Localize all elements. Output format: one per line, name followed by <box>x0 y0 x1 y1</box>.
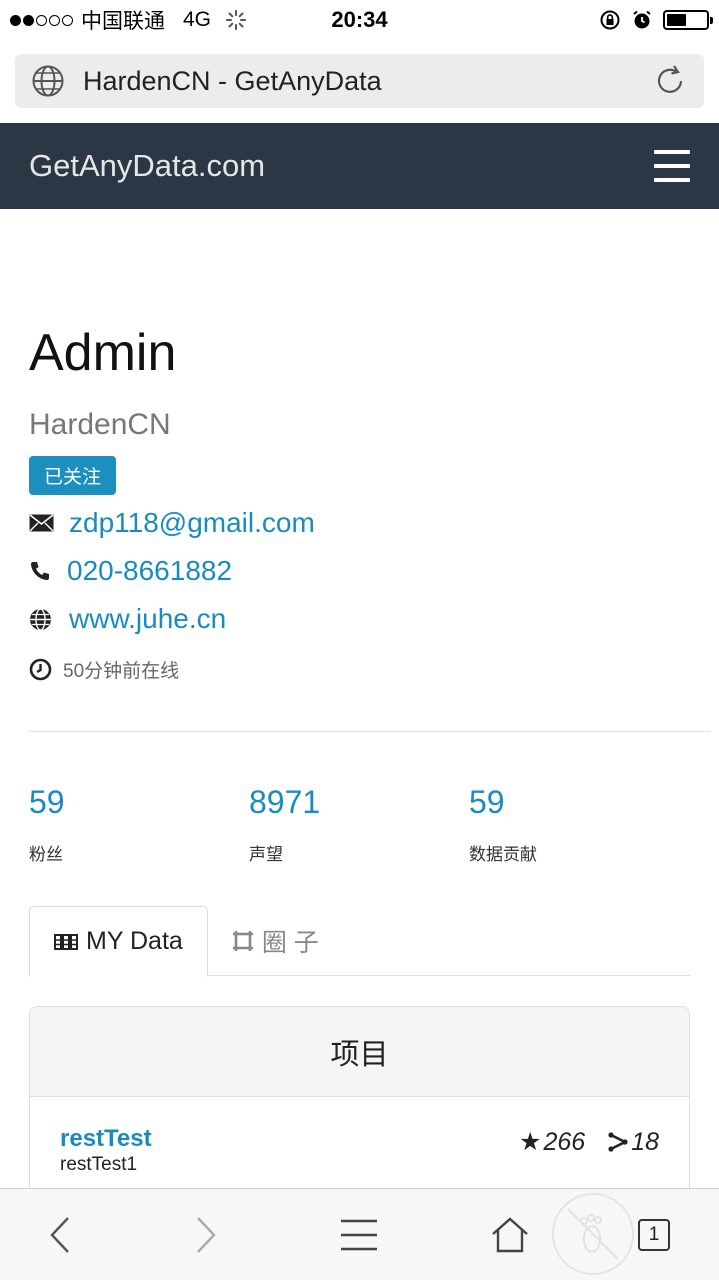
home-button[interactable] <box>480 1189 540 1280</box>
phone-icon <box>29 560 55 582</box>
profile-role-title: Admin <box>29 324 177 382</box>
crop-icon <box>232 930 254 952</box>
loading-spinner-icon <box>226 10 247 30</box>
stat-label: 数据贡献 <box>469 845 537 864</box>
alarm-icon <box>633 10 651 29</box>
website-row: www.juhe.cn <box>29 599 689 639</box>
project-row: restTest restTest1 ★ 266 18 <box>30 1097 689 1176</box>
email-link[interactable]: zdp118@gmail.com <box>69 507 315 539</box>
network-type: 4G <box>183 8 212 31</box>
star-icon: ★ <box>519 1128 542 1156</box>
footprint-watermark-icon <box>552 1193 634 1275</box>
chevron-right-icon <box>197 1217 216 1253</box>
phone-row: 020-8661882 <box>29 551 689 591</box>
fork-icon <box>608 1132 629 1152</box>
home-icon <box>492 1217 528 1253</box>
site-navbar: GetAnyData.com <box>0 123 719 209</box>
stat-label: 声望 <box>249 845 283 864</box>
stat-value: 59 <box>469 784 505 820</box>
website-link[interactable]: www.juhe.cn <box>69 603 226 635</box>
back-button[interactable] <box>30 1189 90 1280</box>
project-meta: ★ 266 18 <box>519 1127 659 1157</box>
project-name-link[interactable]: restTest <box>60 1125 152 1153</box>
status-bar: 中国联通 4G 20:34 <box>0 0 719 40</box>
address-bar[interactable]: HardenCN - GetAnyData <box>15 54 704 108</box>
projects-panel-header: 项目 <box>30 1007 689 1097</box>
menu-button[interactable] <box>328 1189 390 1280</box>
follow-status-badge[interactable]: 已关注 <box>29 456 117 495</box>
profile-username: HardenCN <box>29 408 171 441</box>
stat-label: 粉丝 <box>29 845 63 864</box>
content-tabs: MY Data 圈 子 <box>29 906 691 977</box>
carrier-name: 中国联通 <box>81 10 165 33</box>
phone-link[interactable]: 020-8661882 <box>67 555 232 587</box>
signal-strength-icon <box>10 14 73 26</box>
tab-my-data[interactable]: MY Data <box>29 906 208 977</box>
site-brand-link[interactable]: GetAnyData.com <box>29 148 265 184</box>
project-stars: ★ 266 <box>519 1127 585 1157</box>
battery-icon <box>663 10 713 30</box>
tab-label: 圈 子 <box>261 929 319 957</box>
stat-reputation[interactable]: 8971 声望 <box>249 780 469 865</box>
clock-icon <box>29 658 55 681</box>
stat-followers[interactable]: 59 粉丝 <box>29 780 249 865</box>
star-count: 266 <box>543 1127 586 1156</box>
project-description: restTest1 <box>60 1154 138 1175</box>
project-forks: 18 <box>607 1128 659 1157</box>
stat-value: 59 <box>29 784 65 820</box>
stat-value: 8971 <box>249 784 321 820</box>
tab-label: MY Data <box>86 927 183 955</box>
fork-count: 18 <box>631 1127 659 1156</box>
profile-card: Admin HardenCN 已关注 zdp118@gmail.com 020-… <box>29 320 689 689</box>
menu-lines-icon <box>341 1219 377 1251</box>
table-icon <box>54 933 78 951</box>
chevron-left-icon <box>50 1217 69 1253</box>
last-seen-row: 50分钟前在线 <box>29 649 689 689</box>
last-seen-text: 50分钟前在线 <box>63 660 180 682</box>
profile-stats: 59 粉丝 8971 声望 59 数据贡献 <box>29 780 689 865</box>
tab-circles[interactable]: 圈 子 <box>208 906 343 976</box>
stat-data-contributions[interactable]: 59 数据贡献 <box>469 780 689 865</box>
globe-icon <box>32 65 64 97</box>
envelope-icon <box>29 514 55 532</box>
rotation-lock-icon <box>600 10 620 30</box>
globe-icon <box>29 607 55 631</box>
reload-icon[interactable] <box>652 63 688 99</box>
forward-button[interactable] <box>176 1189 236 1280</box>
page-title: HardenCN - GetAnyData <box>83 65 382 96</box>
tab-count: 1 <box>638 1219 670 1251</box>
hamburger-menu-icon[interactable] <box>654 150 690 182</box>
email-row: zdp118@gmail.com <box>29 503 689 543</box>
section-divider <box>29 731 710 732</box>
